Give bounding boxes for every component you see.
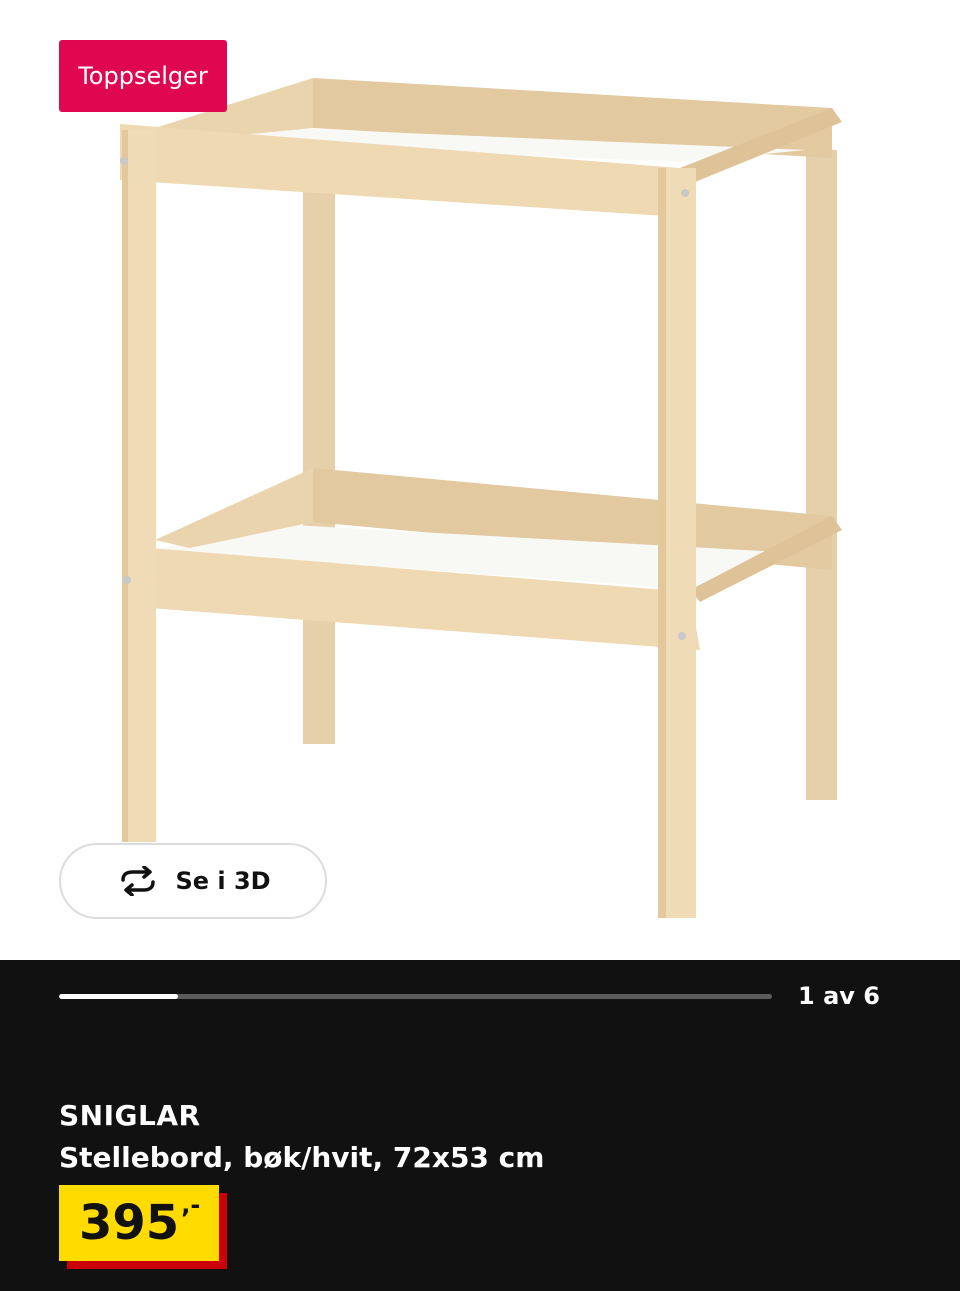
gallery-progress-fill bbox=[59, 994, 178, 999]
product-info-panel: 1 av 6 SNIGLAR Stellebord, bøk/hvit, 72x… bbox=[0, 960, 960, 1291]
price-suffix: ,- bbox=[181, 1191, 201, 1219]
product-name: SNIGLAR bbox=[59, 1099, 201, 1132]
product-image-area[interactable]: Toppselger Se i 3D bbox=[0, 0, 960, 960]
price-tag: 395 ,- bbox=[59, 1185, 229, 1271]
product-image-changing-table bbox=[120, 78, 842, 918]
gallery-page-counter: 1 av 6 bbox=[798, 982, 880, 1010]
price-tag-box: 395 ,- bbox=[59, 1185, 219, 1261]
view-in-3d-button[interactable]: Se i 3D bbox=[59, 843, 327, 919]
product-description: Stellebord, bøk/hvit, 72x53 cm bbox=[59, 1141, 545, 1174]
gallery-progress-bar bbox=[59, 994, 772, 999]
view-in-3d-label: Se i 3D bbox=[175, 867, 271, 895]
top-seller-badge: Toppselger bbox=[59, 40, 227, 112]
price-amount: 395 bbox=[79, 1195, 180, 1251]
rotate-arrows-icon bbox=[121, 866, 156, 896]
